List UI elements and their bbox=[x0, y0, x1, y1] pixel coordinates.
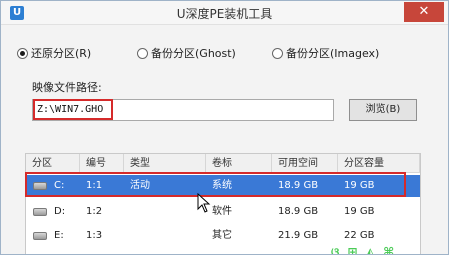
radio-restore-label: 还原分区(R) bbox=[31, 47, 92, 60]
selected-row-highlight bbox=[25, 172, 406, 197]
table-row[interactable]: D: 1:2 软件 18.9 GB 19 GB bbox=[26, 201, 420, 223]
title-bar: U U深度PE装机工具 ✕ bbox=[1, 1, 448, 25]
table-row[interactable]: E: 1:3 其它 21.9 GB 22 GB bbox=[26, 225, 420, 247]
column-header-free[interactable]: 可用空间 bbox=[272, 154, 338, 173]
cell-number: 1:3 bbox=[86, 230, 103, 241]
column-header-label[interactable]: 卷标 bbox=[206, 154, 272, 173]
radio-backup-ghost-indicator[interactable] bbox=[137, 47, 148, 59]
drive-icon bbox=[33, 208, 47, 216]
cell-drive: E: bbox=[54, 230, 64, 241]
radio-backup-imagex[interactable]: 备份分区(Imagex) bbox=[272, 45, 379, 61]
browse-button[interactable]: 浏览(B) bbox=[349, 99, 417, 121]
column-header-type[interactable]: 类型 bbox=[124, 154, 206, 173]
cell-free: 18.9 GB bbox=[278, 206, 319, 217]
column-header-partition[interactable]: 分区 bbox=[26, 154, 80, 173]
partition-table: 分区 编号 类型 卷标 可用空间 分区容量 C: 1:1 活动 系统 18.9 … bbox=[25, 153, 421, 254]
column-header-number[interactable]: 编号 bbox=[80, 154, 124, 173]
drive-icon bbox=[33, 232, 47, 240]
cell-type bbox=[124, 201, 130, 223]
radio-backup-ghost-label: 备份分区(Ghost) bbox=[151, 47, 236, 60]
image-path-label: 映像文件路径: bbox=[32, 81, 102, 94]
cell-label: 其它 bbox=[212, 230, 232, 241]
radio-restore-indicator[interactable] bbox=[17, 47, 28, 59]
cell-number: 1:2 bbox=[86, 206, 103, 217]
watermark-logo: ଓ ⊞ ◭ ⌘ bbox=[331, 245, 397, 255]
cell-drive: D: bbox=[54, 206, 66, 217]
image-path-highlight bbox=[33, 99, 113, 120]
table-header: 分区 编号 类型 卷标 可用空间 分区容量 bbox=[26, 154, 420, 173]
radio-restore[interactable]: 还原分区(R) bbox=[17, 45, 91, 61]
cell-size: 19 GB bbox=[344, 206, 375, 217]
installer-window: U U深度PE装机工具 ✕ 还原分区(R) 备份分区(Ghost) 备份分区(I… bbox=[0, 0, 449, 255]
cell-type bbox=[124, 225, 130, 247]
radio-backup-imagex-label: 备份分区(Imagex) bbox=[286, 47, 380, 60]
close-button[interactable]: ✕ bbox=[404, 2, 444, 22]
radio-backup-ghost[interactable]: 备份分区(Ghost) bbox=[137, 45, 236, 61]
radio-backup-imagex-indicator[interactable] bbox=[272, 47, 283, 59]
window-title: U深度PE装机工具 bbox=[176, 7, 273, 21]
cell-size: 22 GB bbox=[344, 230, 375, 241]
mouse-cursor-icon bbox=[197, 193, 211, 213]
column-header-size[interactable]: 分区容量 bbox=[338, 154, 420, 173]
cell-free: 21.9 GB bbox=[278, 230, 319, 241]
